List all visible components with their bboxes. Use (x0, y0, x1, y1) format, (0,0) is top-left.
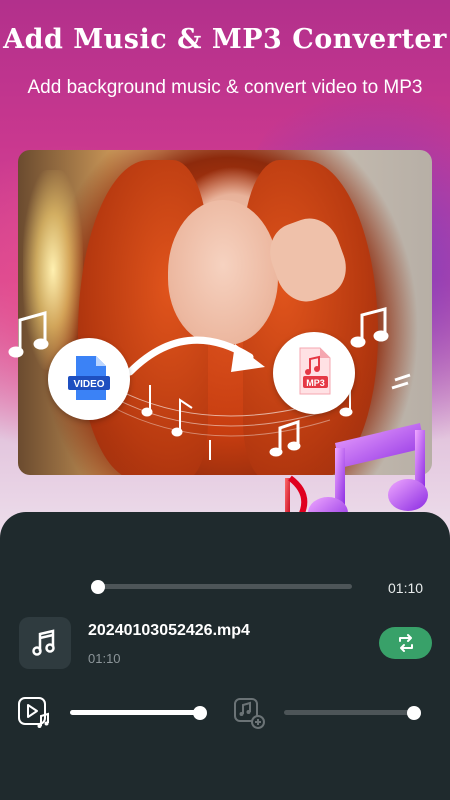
video-label: VIDEO (73, 379, 104, 390)
swap-button[interactable] (379, 627, 432, 659)
music-volume-handle[interactable] (407, 706, 421, 720)
swap-icon (398, 634, 413, 652)
page-subtitle: Add background music & convert video to … (27, 77, 423, 98)
mp3-file-icon: MP3 (299, 347, 331, 395)
page-title: Add Music & MP3 Converter (3, 24, 447, 55)
mp3-file-badge: MP3 (273, 332, 355, 414)
file-name: 20240103052426.mp4 (88, 622, 250, 639)
playback-track[interactable] (97, 584, 352, 589)
playback-handle[interactable] (91, 580, 105, 594)
video-volume-handle[interactable] (193, 706, 207, 720)
file-duration: 01:10 (88, 651, 121, 666)
video-volume-fill (70, 710, 200, 715)
playback-time: 01:10 (388, 580, 424, 596)
video-file-icon: VIDEO (68, 356, 110, 400)
promo-screen: Add Music & MP3 Converter Add background… (0, 0, 450, 800)
music-note-icon (32, 629, 55, 656)
mp3-label: MP3 (306, 378, 325, 388)
music-volume-track[interactable] (284, 710, 414, 715)
video-file-badge: VIDEO (48, 338, 130, 420)
convert-arrow-icon (126, 336, 265, 376)
add-music-icon[interactable] (233, 697, 265, 729)
file-thumbnail (19, 617, 71, 669)
video-music-icon[interactable] (17, 695, 51, 729)
